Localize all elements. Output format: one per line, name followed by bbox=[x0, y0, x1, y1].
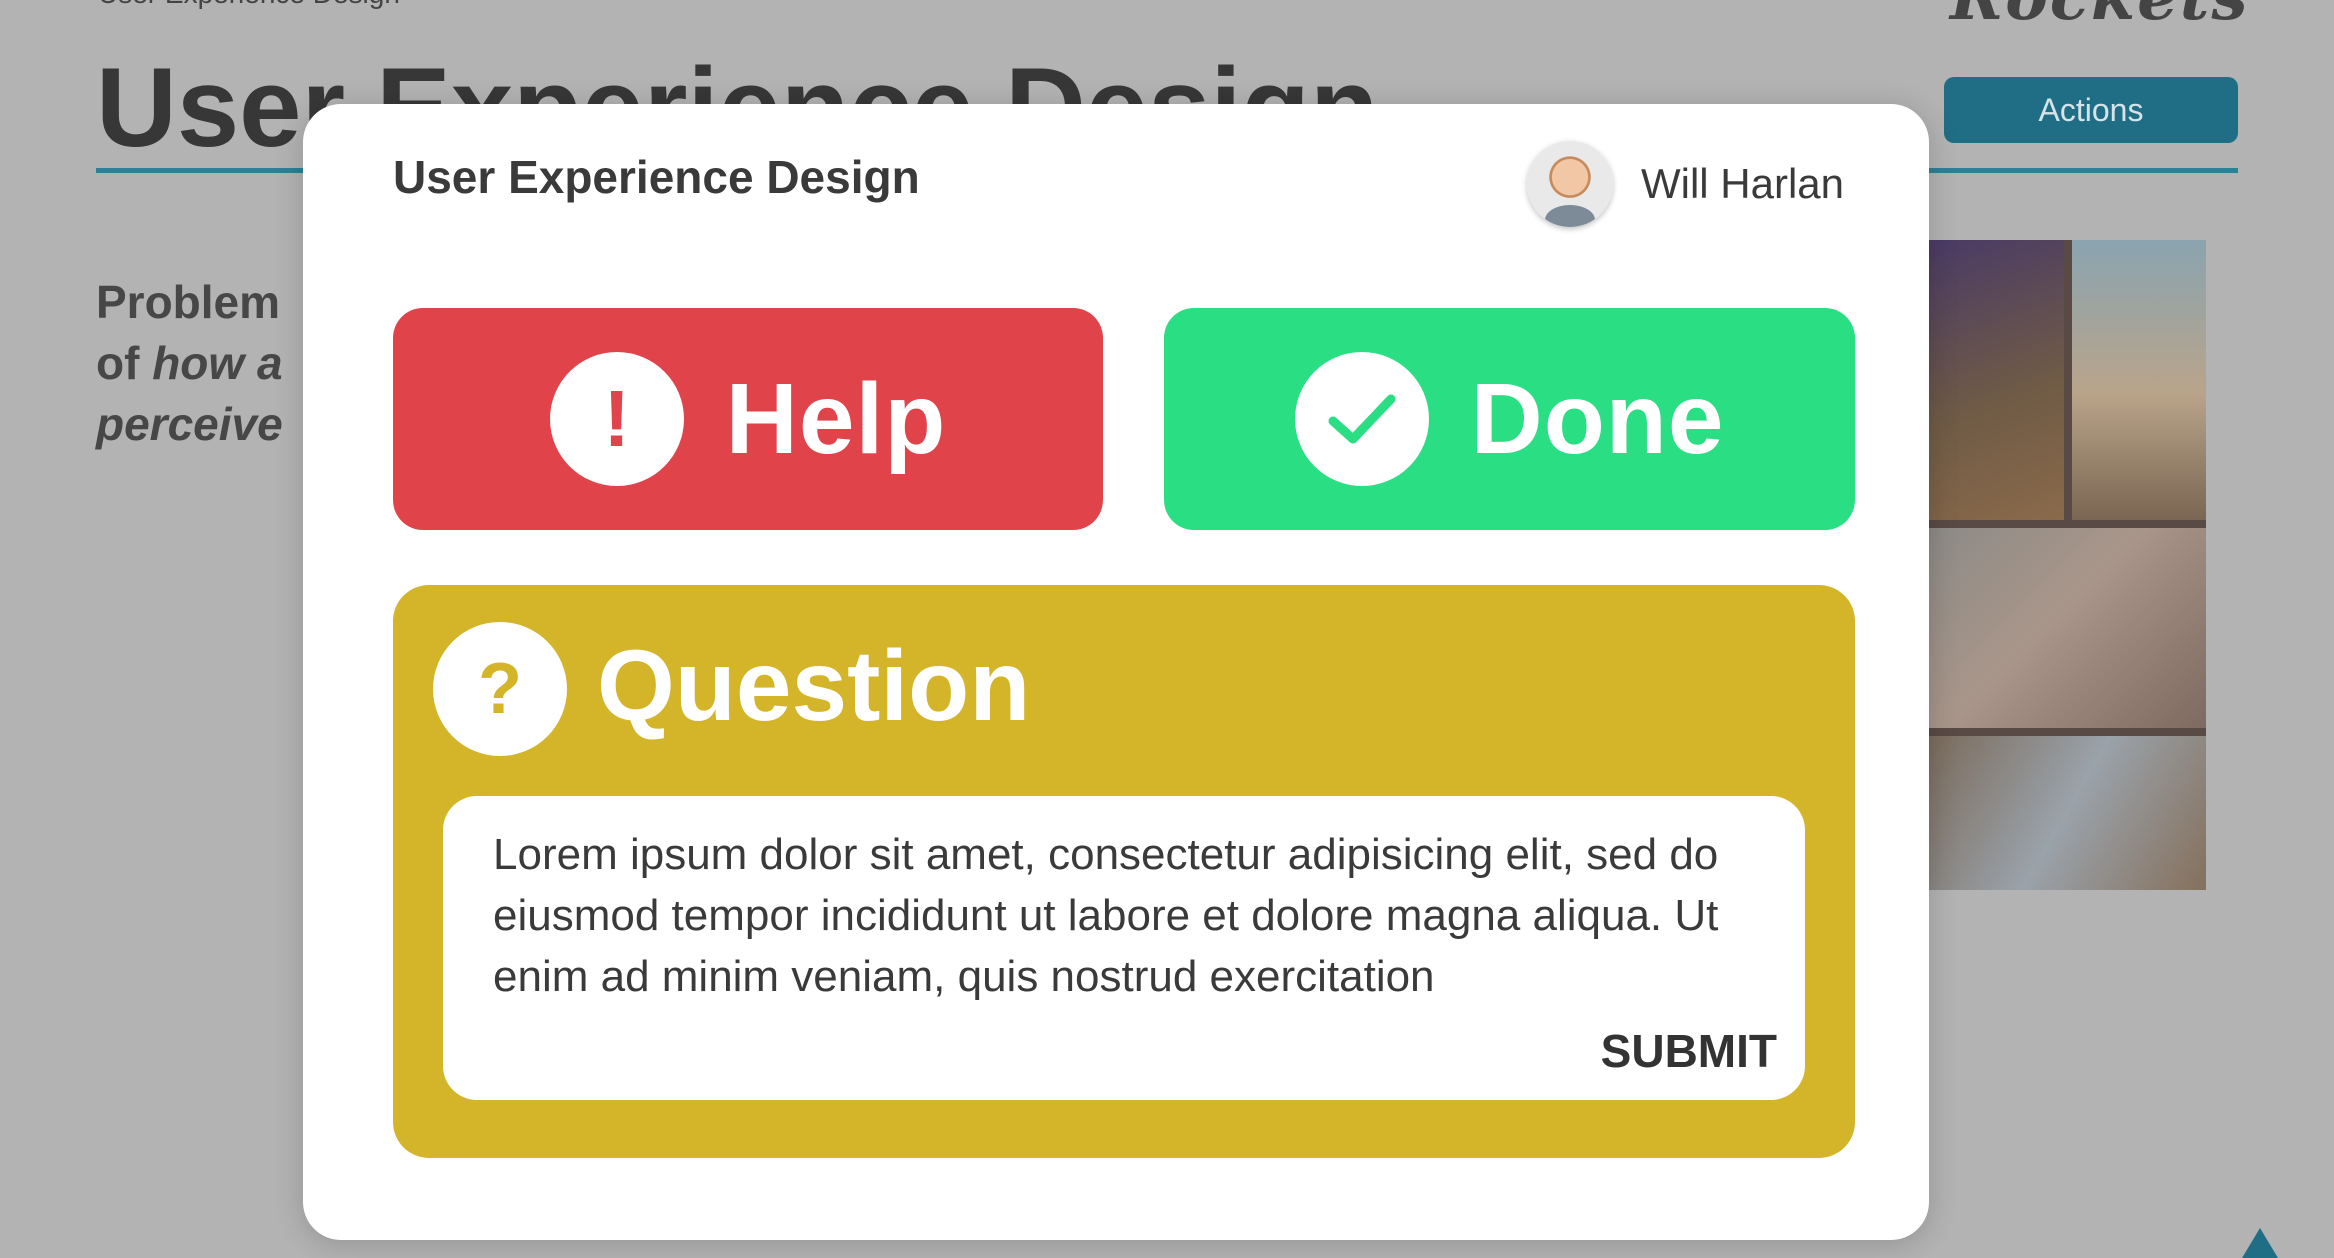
gallery-image bbox=[1926, 736, 2206, 890]
check-icon bbox=[1294, 352, 1429, 486]
check-glyph bbox=[1328, 394, 1395, 444]
submit-button[interactable]: SUBMIT bbox=[1601, 1024, 1777, 1078]
gallery-image bbox=[1926, 528, 2206, 728]
gallery-image bbox=[1926, 240, 2064, 520]
brand-logo: Rockets bbox=[1950, 0, 2250, 35]
question-title: Question bbox=[597, 630, 1031, 742]
intro-line-2-start: of bbox=[96, 337, 153, 389]
done-button[interactable]: Done bbox=[1164, 308, 1855, 530]
avatar bbox=[1526, 141, 1613, 227]
exclamation-glyph: ! bbox=[603, 374, 630, 463]
feedback-modal: User Experience Design Will Harlan ! Hel… bbox=[303, 104, 1929, 1240]
question-input[interactable]: Lorem ipsum dolor sit amet, consectetur … bbox=[493, 824, 1783, 1014]
scroll-up-icon[interactable] bbox=[2242, 1228, 2278, 1258]
user-info: Will Harlan bbox=[1526, 140, 1844, 228]
question-box: Lorem ipsum dolor sit amet, consectetur … bbox=[443, 796, 1805, 1100]
question-glyph: ? bbox=[478, 649, 522, 729]
question-icon: ? bbox=[433, 622, 567, 756]
user-name: Will Harlan bbox=[1640, 160, 1844, 207]
help-label: Help bbox=[725, 362, 947, 475]
question-panel: ? Question Lorem ipsum dolor sit amet, c… bbox=[393, 585, 1855, 1158]
exclamation-icon: ! bbox=[549, 352, 684, 486]
modal-title: User Experience Design bbox=[393, 151, 920, 203]
actions-button[interactable]: Actions bbox=[1944, 77, 2238, 143]
gallery-image bbox=[2072, 240, 2206, 520]
screenshot-gallery bbox=[1926, 240, 2206, 890]
help-button[interactable]: ! Help bbox=[393, 308, 1103, 530]
done-label: Done bbox=[1470, 362, 1725, 475]
intro-line-2-italic: how a bbox=[152, 337, 283, 389]
breadcrumb: User Experience Design bbox=[98, 0, 400, 10]
